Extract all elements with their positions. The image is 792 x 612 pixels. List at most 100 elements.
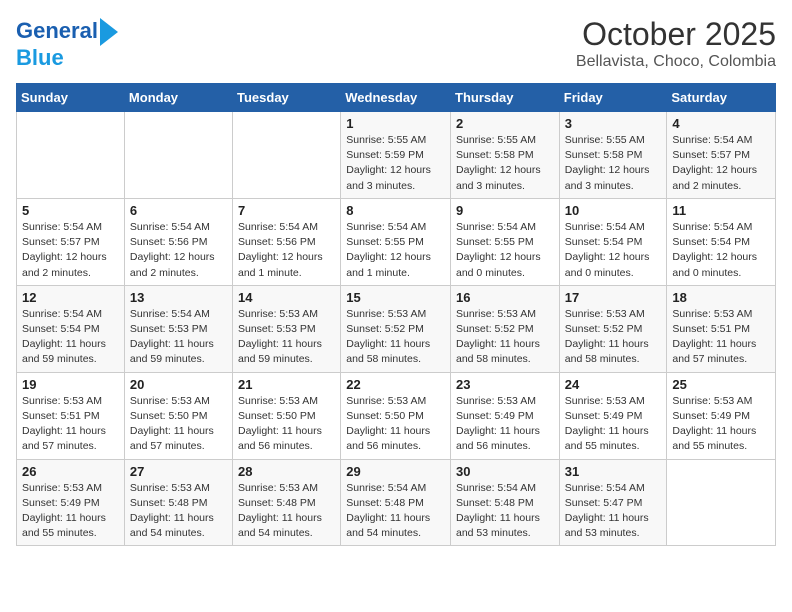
day-number: 21 [238,377,335,392]
day-number: 1 [346,116,445,131]
calendar-week-row: 5Sunrise: 5:54 AM Sunset: 5:57 PM Daylig… [17,198,776,285]
day-info: Sunrise: 5:53 AM Sunset: 5:49 PM Dayligh… [456,394,554,455]
calendar-cell: 8 Sunrise: 5:54 AM Sunset: 5:55 PM Daylig… [341,198,451,285]
day-number: 2 [456,116,554,131]
calendar-cell: 13 Sunrise: 5:54 AM Sunset: 5:53 PM Dayli… [124,285,232,372]
day-number: 5 [22,203,119,218]
weekday-header: Friday [559,84,667,112]
day-number: 10 [565,203,662,218]
title-block: October 2025 Bellavista, Choco, Colombia [576,16,776,71]
day-info: Sunrise: 5:54 AM Sunset: 5:55 PM Dayligh… [456,220,554,281]
weekday-header: Tuesday [233,84,341,112]
calendar-cell: 21 Sunrise: 5:53 AM Sunset: 5:50 PM Dayli… [233,372,341,459]
calendar-week-row: 1 Sunrise: 5:55 AM Sunset: 5:59 PM Daylig… [17,112,776,199]
calendar-cell: 17 Sunrise: 5:53 AM Sunset: 5:52 PM Dayli… [559,285,667,372]
day-number: 20 [130,377,227,392]
calendar-cell: 16 Sunrise: 5:53 AM Sunset: 5:52 PM Dayli… [451,285,560,372]
day-number: 8 [346,203,445,218]
day-number: 16 [456,290,554,305]
logo: General Blue [16,16,118,70]
calendar-cell: 27 Sunrise: 5:53 AM Sunset: 5:48 PM Dayli… [124,459,232,546]
calendar-cell: 26 Sunrise: 5:53 AM Sunset: 5:49 PM Dayli… [17,459,125,546]
day-number: 31 [565,464,662,479]
calendar-week-row: 19 Sunrise: 5:53 AM Sunset: 5:51 PM Dayli… [17,372,776,459]
day-number: 13 [130,290,227,305]
calendar-cell: 3 Sunrise: 5:55 AM Sunset: 5:58 PM Daylig… [559,112,667,199]
day-info: Sunrise: 5:53 AM Sunset: 5:53 PM Dayligh… [238,307,335,368]
calendar-cell: 1 Sunrise: 5:55 AM Sunset: 5:59 PM Daylig… [341,112,451,199]
calendar-cell: 25 Sunrise: 5:53 AM Sunset: 5:49 PM Dayli… [667,372,776,459]
calendar-cell [233,112,341,199]
day-info: Sunrise: 5:53 AM Sunset: 5:51 PM Dayligh… [672,307,770,368]
day-info: Sunrise: 5:53 AM Sunset: 5:48 PM Dayligh… [238,481,335,542]
day-info: Sunrise: 5:53 AM Sunset: 5:52 PM Dayligh… [456,307,554,368]
day-info: Sunrise: 5:53 AM Sunset: 5:49 PM Dayligh… [22,481,119,542]
calendar-cell: 2 Sunrise: 5:55 AM Sunset: 5:58 PM Daylig… [451,112,560,199]
day-info: Sunrise: 5:54 AM Sunset: 5:54 PM Dayligh… [22,307,119,368]
day-info: Sunrise: 5:54 AM Sunset: 5:56 PM Dayligh… [238,220,335,281]
weekday-header: Monday [124,84,232,112]
calendar-cell: 14 Sunrise: 5:53 AM Sunset: 5:53 PM Dayli… [233,285,341,372]
day-number: 12 [22,290,119,305]
calendar-cell [124,112,232,199]
month-title: October 2025 [576,16,776,53]
day-info: Sunrise: 5:54 AM Sunset: 5:54 PM Dayligh… [672,220,770,281]
day-info: Sunrise: 5:53 AM Sunset: 5:50 PM Dayligh… [238,394,335,455]
day-info: Sunrise: 5:53 AM Sunset: 5:50 PM Dayligh… [346,394,445,455]
day-number: 3 [565,116,662,131]
day-number: 24 [565,377,662,392]
weekday-header-row: SundayMondayTuesdayWednesdayThursdayFrid… [17,84,776,112]
calendar-cell: 18 Sunrise: 5:53 AM Sunset: 5:51 PM Dayli… [667,285,776,372]
day-number: 28 [238,464,335,479]
day-info: Sunrise: 5:54 AM Sunset: 5:55 PM Dayligh… [346,220,445,281]
calendar-cell: 24Sunrise: 5:53 AM Sunset: 5:49 PM Dayli… [559,372,667,459]
calendar-cell [667,459,776,546]
day-info: Sunrise: 5:54 AM Sunset: 5:47 PM Dayligh… [565,481,662,542]
calendar-cell: 28 Sunrise: 5:53 AM Sunset: 5:48 PM Dayli… [233,459,341,546]
day-info: Sunrise: 5:53 AM Sunset: 5:48 PM Dayligh… [130,481,227,542]
calendar-cell: 30Sunrise: 5:54 AM Sunset: 5:48 PM Dayli… [451,459,560,546]
calendar-cell: 4 Sunrise: 5:54 AM Sunset: 5:57 PM Daylig… [667,112,776,199]
day-number: 26 [22,464,119,479]
day-info: Sunrise: 5:53 AM Sunset: 5:52 PM Dayligh… [346,307,445,368]
day-number: 9 [456,203,554,218]
calendar-cell: 11 Sunrise: 5:54 AM Sunset: 5:54 PM Dayli… [667,198,776,285]
day-number: 14 [238,290,335,305]
day-info: Sunrise: 5:54 AM Sunset: 5:48 PM Dayligh… [456,481,554,542]
day-info: Sunrise: 5:54 AM Sunset: 5:54 PM Dayligh… [565,220,662,281]
calendar-cell: 15 Sunrise: 5:53 AM Sunset: 5:52 PM Dayli… [341,285,451,372]
weekday-header: Sunday [17,84,125,112]
calendar-cell [17,112,125,199]
calendar-cell: 23Sunrise: 5:53 AM Sunset: 5:49 PM Dayli… [451,372,560,459]
logo-text: General [16,19,98,43]
page-header: General Blue October 2025 Bellavista, Ch… [16,16,776,71]
calendar-cell: 29 Sunrise: 5:54 AM Sunset: 5:48 PM Dayli… [341,459,451,546]
calendar-cell: 9 Sunrise: 5:54 AM Sunset: 5:55 PM Daylig… [451,198,560,285]
day-info: Sunrise: 5:54 AM Sunset: 5:57 PM Dayligh… [672,133,770,194]
calendar-cell: 10 Sunrise: 5:54 AM Sunset: 5:54 PM Dayli… [559,198,667,285]
day-number: 25 [672,377,770,392]
day-info: Sunrise: 5:55 AM Sunset: 5:58 PM Dayligh… [565,133,662,194]
day-number: 11 [672,203,770,218]
weekday-header: Thursday [451,84,560,112]
day-number: 17 [565,290,662,305]
calendar-week-row: 26 Sunrise: 5:53 AM Sunset: 5:49 PM Dayli… [17,459,776,546]
logo-arrow-icon [100,18,118,46]
day-info: Sunrise: 5:53 AM Sunset: 5:52 PM Dayligh… [565,307,662,368]
day-info: Sunrise: 5:54 AM Sunset: 5:53 PM Dayligh… [130,307,227,368]
day-number: 29 [346,464,445,479]
day-number: 18 [672,290,770,305]
day-number: 27 [130,464,227,479]
day-info: Sunrise: 5:55 AM Sunset: 5:58 PM Dayligh… [456,133,554,194]
logo-blue: Blue [16,46,64,70]
day-number: 19 [22,377,119,392]
day-info: Sunrise: 5:53 AM Sunset: 5:51 PM Dayligh… [22,394,119,455]
calendar-table: SundayMondayTuesdayWednesdayThursdayFrid… [16,83,776,546]
day-info: Sunrise: 5:54 AM Sunset: 5:48 PM Dayligh… [346,481,445,542]
calendar-cell: 6Sunrise: 5:54 AM Sunset: 5:56 PM Daylig… [124,198,232,285]
day-number: 4 [672,116,770,131]
day-number: 15 [346,290,445,305]
day-info: Sunrise: 5:53 AM Sunset: 5:49 PM Dayligh… [672,394,770,455]
weekday-header: Saturday [667,84,776,112]
day-info: Sunrise: 5:55 AM Sunset: 5:59 PM Dayligh… [346,133,445,194]
